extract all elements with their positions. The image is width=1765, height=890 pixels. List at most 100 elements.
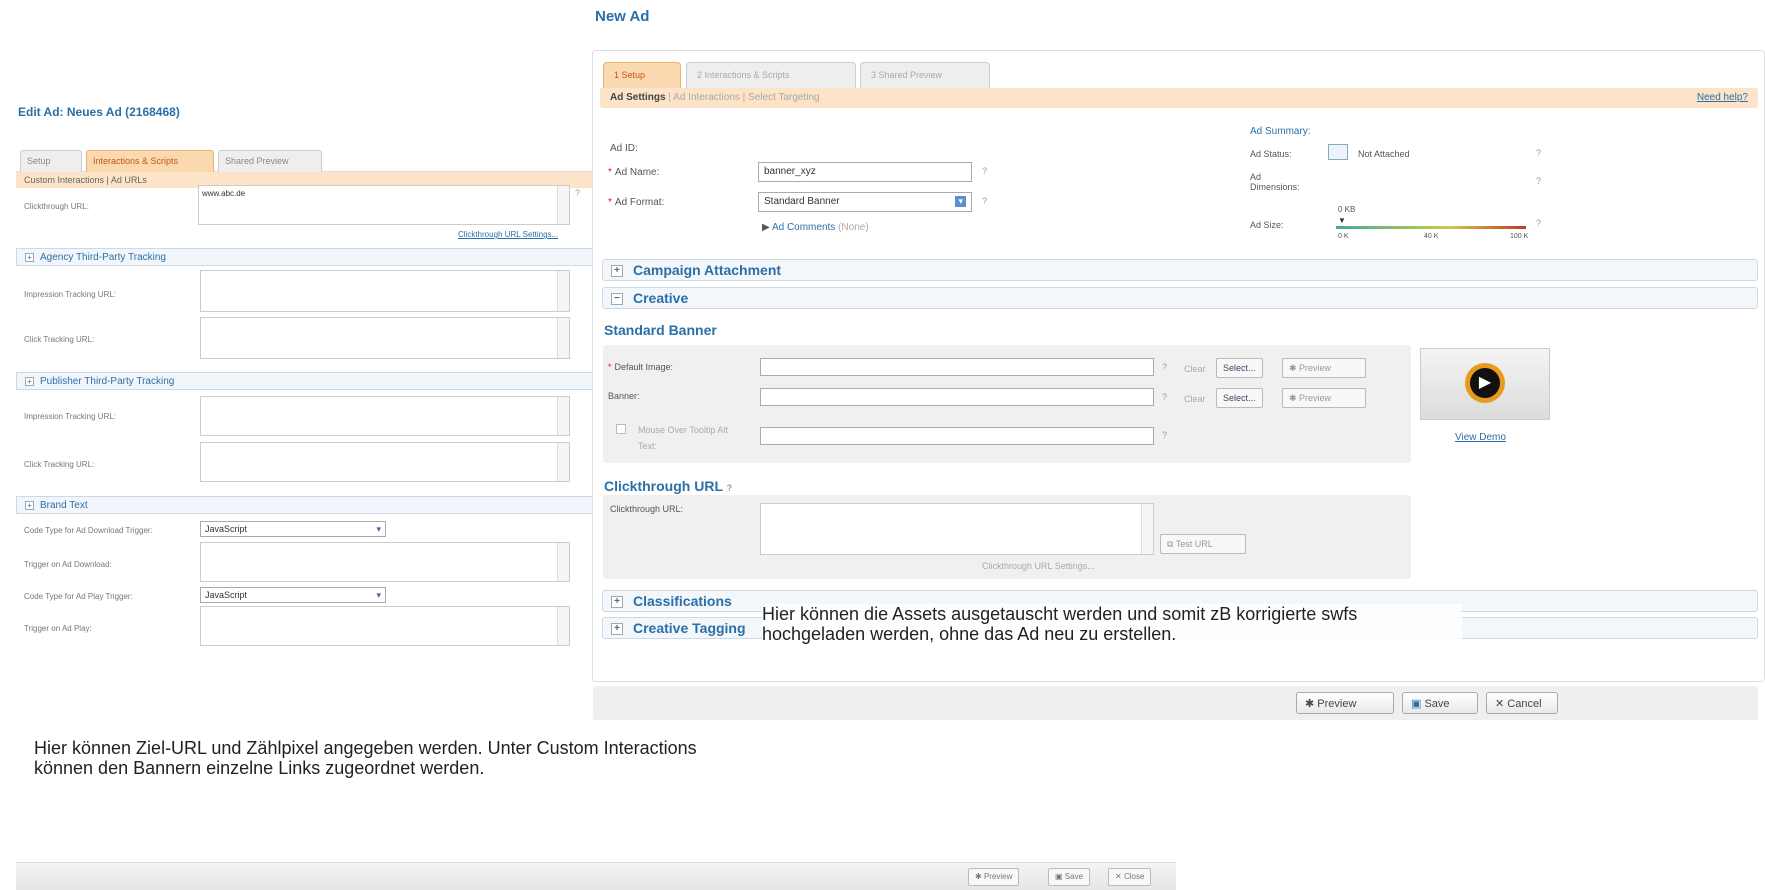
- edit-ad-button-bar: ✱ Preview ▣ Save ✕ Close: [16, 862, 1176, 890]
- help-icon[interactable]: ?: [575, 188, 580, 198]
- help-icon[interactable]: ?: [1536, 218, 1541, 228]
- banner-input[interactable]: [760, 388, 1154, 406]
- tab-shared-preview[interactable]: 3 Shared Preview: [860, 62, 990, 88]
- left-save-button[interactable]: ▣ Save: [1048, 868, 1091, 886]
- left-close-button[interactable]: ✕ Close: [1108, 868, 1152, 886]
- ad-status-label: Ad Status:: [1250, 149, 1292, 159]
- publisher-click-label: Click Tracking URL:: [24, 460, 95, 469]
- impression-field[interactable]: [200, 270, 570, 312]
- agency-tracking-section[interactable]: + Agency Third-Party Tracking: [16, 248, 656, 266]
- publisher-tracking-section[interactable]: + Publisher Third-Party Tracking: [16, 372, 656, 390]
- publisher-impression-field[interactable]: [200, 396, 570, 436]
- mouseover-input[interactable]: [760, 427, 1154, 445]
- scrollbar[interactable]: [557, 186, 569, 224]
- subtab-ad-settings[interactable]: Ad Settings: [610, 92, 666, 103]
- scrollbar[interactable]: [557, 607, 569, 645]
- ad-format-select[interactable]: Standard Banner ▾: [758, 192, 972, 212]
- test-url-button[interactable]: ⧉ Test URL: [1160, 534, 1246, 554]
- cancel-button[interactable]: ✕ Cancel: [1486, 692, 1558, 714]
- expand-triangle-icon: ▶: [762, 222, 770, 233]
- trigger-download-field[interactable]: [200, 542, 570, 582]
- clear-banner-link[interactable]: Clear: [1184, 394, 1206, 404]
- help-icon[interactable]: ?: [1162, 430, 1167, 440]
- click-tracking-field[interactable]: [200, 317, 570, 359]
- ad-id-label: Ad ID:: [610, 143, 638, 154]
- standard-banner-heading: Standard Banner: [604, 322, 717, 338]
- help-icon[interactable]: ?: [982, 166, 987, 176]
- dropdown-arrow-icon: ▾: [376, 590, 381, 600]
- default-image-input[interactable]: [760, 358, 1154, 376]
- expand-icon: +: [25, 500, 34, 510]
- clickthrough-settings-link[interactable]: Clickthrough URL Settings...: [982, 561, 1095, 571]
- new-ad-button-bar: [593, 686, 1758, 720]
- save-button[interactable]: ▣ Save: [1402, 692, 1478, 714]
- brand-text-section[interactable]: + Brand Text: [16, 496, 656, 514]
- help-icon[interactable]: ?: [1536, 148, 1541, 158]
- clickthrough-url-field[interactable]: [760, 503, 1154, 555]
- clickthrough-url-label: Clickthrough URL:: [610, 504, 684, 514]
- clickthrough-label: Clickthrough URL:: [24, 202, 89, 211]
- scrollbar[interactable]: [557, 397, 569, 435]
- tab-interactions[interactable]: Interactions & Scripts: [86, 150, 214, 172]
- subtab-select-targeting[interactable]: Select Targeting: [748, 92, 820, 103]
- view-demo-link[interactable]: View Demo: [1455, 432, 1506, 443]
- demo-thumbnail[interactable]: ▶: [1420, 348, 1550, 420]
- new-ad-subtabs: Ad Settings | Ad Interactions | Select T…: [600, 88, 1758, 108]
- help-icon[interactable]: ?: [982, 196, 987, 206]
- need-help-link[interactable]: Need help?: [1697, 92, 1748, 103]
- select-banner-button[interactable]: Select...: [1216, 388, 1263, 408]
- tab-interactions[interactable]: 2 Interactions & Scripts: [686, 62, 856, 88]
- code-type-play-label: Code Type for Ad Play Trigger:: [24, 592, 133, 601]
- banner-label: Banner:: [608, 391, 640, 401]
- mouseover-checkbox[interactable]: [616, 424, 626, 434]
- scrollbar[interactable]: [1141, 504, 1153, 554]
- select-default-image-button[interactable]: Select...: [1216, 358, 1263, 378]
- publisher-click-field[interactable]: [200, 442, 570, 482]
- campaign-attachment-section[interactable]: + Campaign Attachment: [602, 259, 1758, 281]
- left-preview-button[interactable]: ✱ Preview: [968, 868, 1020, 886]
- collapse-icon: −: [611, 293, 623, 306]
- dropdown-arrow-icon: ▾: [955, 196, 966, 207]
- help-icon[interactable]: ?: [1536, 176, 1541, 186]
- scrollbar[interactable]: [557, 443, 569, 481]
- tab-setup[interactable]: Setup: [20, 150, 82, 172]
- tab-shared-preview[interactable]: Shared Preview: [218, 150, 322, 172]
- ad-comments-toggle[interactable]: ▶ Ad Comments (None): [762, 222, 869, 233]
- scrollbar[interactable]: [557, 543, 569, 581]
- clickthrough-heading: Clickthrough URL ?: [604, 478, 733, 494]
- default-image-label: * Default Image:: [608, 362, 674, 372]
- trigger-play-field[interactable]: [200, 606, 570, 646]
- scale-max: 100 K: [1510, 233, 1529, 240]
- scrollbar[interactable]: [557, 318, 569, 358]
- trigger-download-label: Trigger on Ad Download:: [24, 560, 112, 569]
- code-type-play-select[interactable]: JavaScript ▾: [200, 587, 386, 603]
- scrollbar[interactable]: [557, 271, 569, 311]
- scale-min: 0 K: [1338, 233, 1349, 240]
- new-ad-title: New Ad: [595, 8, 650, 25]
- impression-label: Impression Tracking URL:: [24, 290, 117, 299]
- ad-status-value: Not Attached: [1358, 149, 1410, 159]
- help-icon[interactable]: ?: [727, 483, 733, 493]
- meter-pointer-icon: ▼: [1338, 216, 1346, 225]
- code-type-download-select[interactable]: JavaScript ▾: [200, 521, 386, 537]
- creative-section[interactable]: − Creative: [602, 287, 1758, 309]
- preview-button[interactable]: ✱ Preview: [1296, 692, 1394, 714]
- ad-name-label: * Ad Name:: [608, 167, 660, 178]
- expand-icon: +: [611, 596, 623, 609]
- clickthrough-field[interactable]: www.abc.de: [198, 185, 570, 225]
- expand-icon: +: [611, 623, 623, 636]
- preview-default-image-button[interactable]: ✱ Preview: [1282, 358, 1366, 378]
- help-icon[interactable]: ?: [1162, 392, 1167, 402]
- not-attached-icon: [1328, 144, 1348, 160]
- clear-default-image-link[interactable]: Clear: [1184, 364, 1206, 374]
- tracking-annotation: Hier können Ziel-URL und Zählpixel angeg…: [34, 738, 754, 790]
- subtab-ad-interactions[interactable]: Ad Interactions: [673, 92, 740, 103]
- help-icon[interactable]: ?: [1162, 362, 1167, 372]
- preview-banner-button[interactable]: ✱ Preview: [1282, 388, 1366, 408]
- clickthrough-settings-link[interactable]: Clickthrough URL Settings...: [458, 230, 558, 239]
- tab-setup[interactable]: 1 Setup: [603, 62, 681, 88]
- trigger-play-label: Trigger on Ad Play:: [24, 624, 92, 633]
- ad-name-input[interactable]: banner_xyz: [758, 162, 972, 182]
- code-type-download-label: Code Type for Ad Download Trigger:: [24, 526, 153, 535]
- ad-size-meter: [1336, 226, 1526, 229]
